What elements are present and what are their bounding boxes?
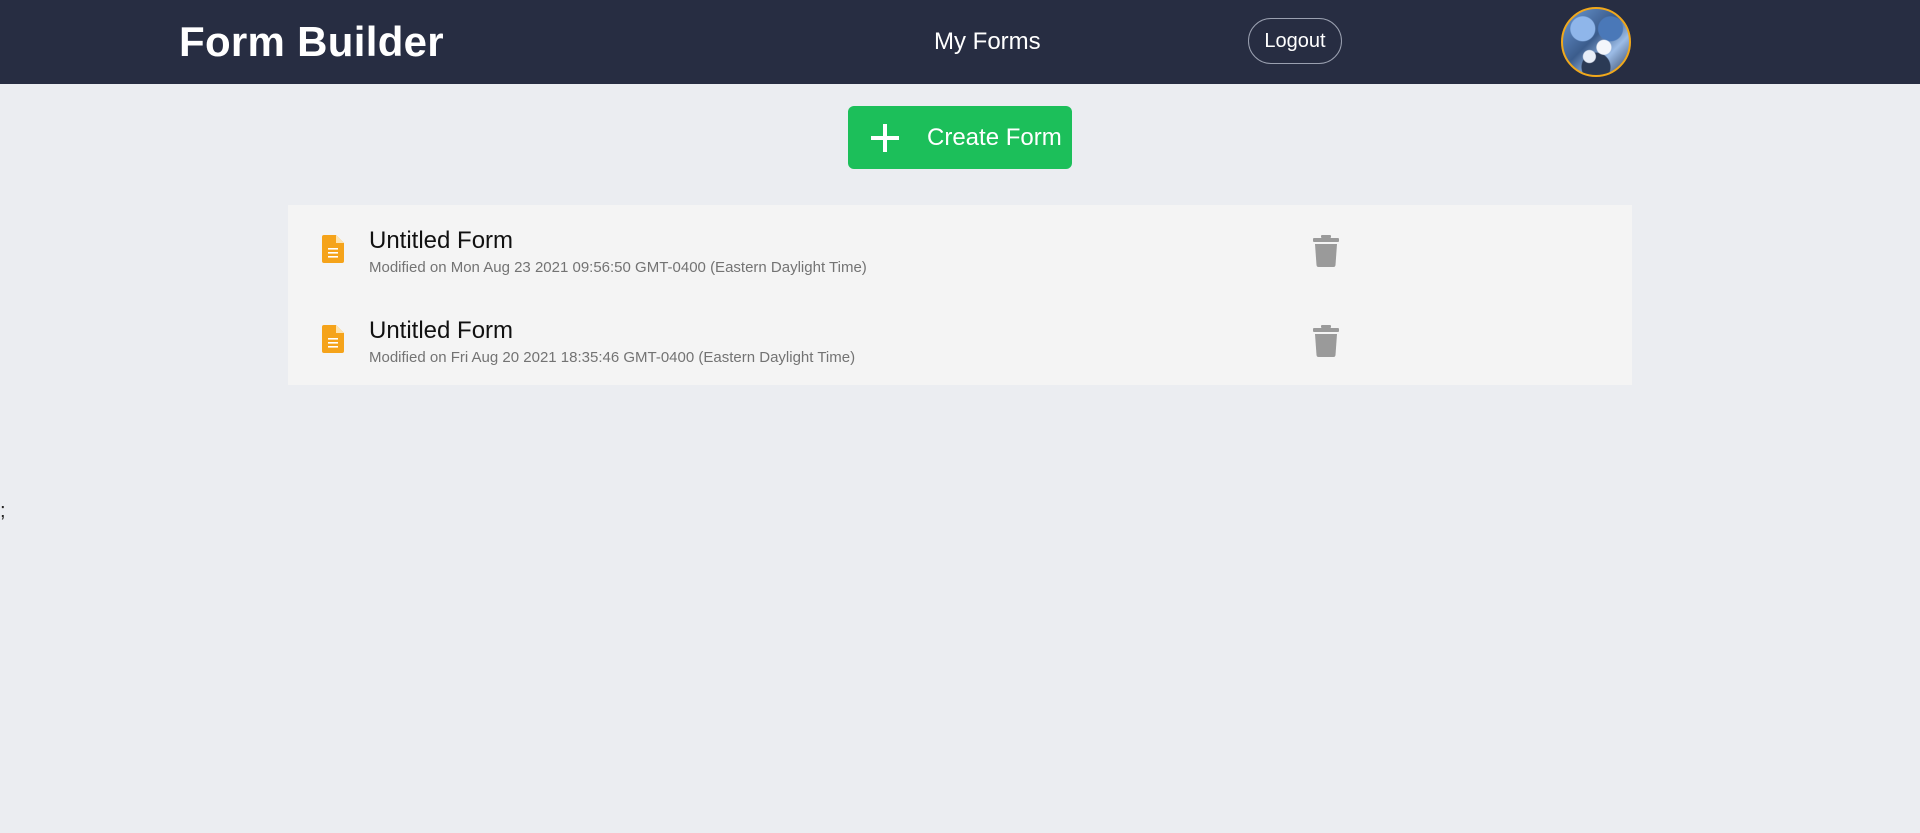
trash-icon[interactable] <box>1313 235 1339 267</box>
form-list-item[interactable]: Untitled Form Modified on Mon Aug 23 202… <box>288 205 1632 295</box>
logout-button[interactable]: Logout <box>1248 18 1342 64</box>
form-modified-date: Modified on Mon Aug 23 2021 09:56:50 GMT… <box>369 259 867 276</box>
stray-semicolon-text: ; <box>0 500 6 522</box>
document-icon <box>322 325 344 353</box>
form-title: Untitled Form <box>369 317 514 344</box>
user-avatar[interactable] <box>1561 7 1631 77</box>
top-navbar: Form Builder My Forms Logout <box>0 0 1920 84</box>
app-title: Form Builder <box>179 18 444 65</box>
document-icon <box>322 235 344 263</box>
form-list-item[interactable]: Untitled Form Modified on Fri Aug 20 202… <box>288 295 1632 385</box>
create-form-label: Create Form <box>927 124 1062 151</box>
create-form-button[interactable]: Create Form <box>848 106 1072 169</box>
plus-icon <box>871 124 899 152</box>
nav-link-my-forms[interactable]: My Forms <box>934 26 1041 58</box>
form-title: Untitled Form <box>369 227 514 254</box>
form-modified-date: Modified on Fri Aug 20 2021 18:35:46 GMT… <box>369 349 856 366</box>
forms-list: Untitled Form Modified on Mon Aug 23 202… <box>288 205 1632 385</box>
trash-icon[interactable] <box>1313 325 1339 357</box>
